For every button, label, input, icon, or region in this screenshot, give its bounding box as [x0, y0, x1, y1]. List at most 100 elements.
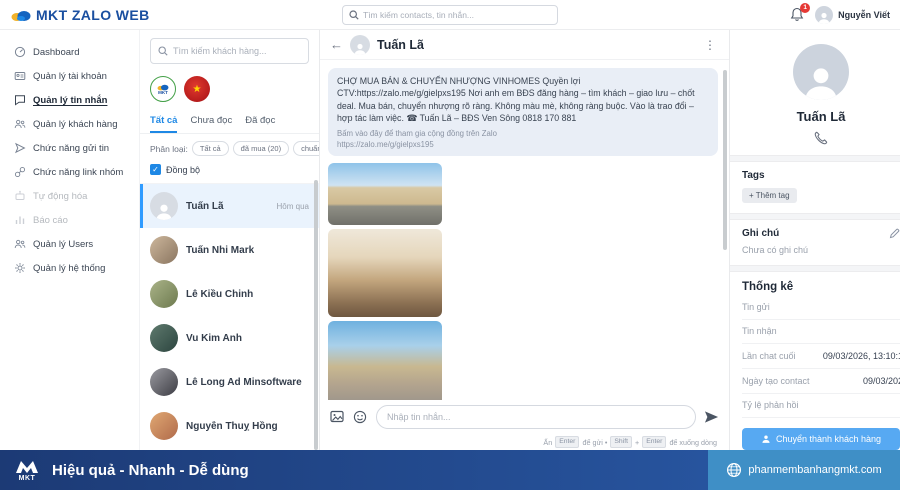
sidebar-item-label: Chức năng gửi tin	[33, 143, 109, 154]
user-avatar	[815, 6, 833, 24]
filter-chip-all[interactable]: Tất cả	[192, 141, 229, 156]
sidebar-item-customers[interactable]: Quản lý khách hàng	[0, 112, 139, 136]
chat-scrollbar[interactable]	[723, 70, 727, 250]
filter-chip-closing[interactable]: chuẩn bị chốt (2)	[293, 141, 319, 156]
stat-row: Lần chat cuối 09/03/2026, 13:10:16	[742, 344, 900, 369]
account-avatar-flag[interactable]: ★	[184, 76, 210, 102]
section-divider	[730, 213, 900, 220]
conversation-search-input[interactable]	[173, 46, 301, 56]
conversation-time: Hôm qua	[277, 202, 309, 211]
emoji-icon[interactable]	[353, 410, 368, 425]
conversation-item[interactable]: Lê Kiều Chinh	[140, 272, 319, 316]
notes-empty-text: Chưa có ghi chú	[742, 245, 900, 255]
conversation-search[interactable]	[150, 38, 309, 64]
sync-label: Đồng bộ	[166, 165, 200, 175]
conversation-item[interactable]: Tuấn Nhi Mark	[140, 228, 319, 272]
conversation-item[interactable]: Nguyễn Thuỵ Hồng	[140, 404, 319, 448]
tab-all[interactable]: Tất cả	[150, 115, 177, 133]
stat-row: Tin gửi 0	[742, 295, 900, 320]
sidebar-item-send-feature[interactable]: Chức năng gửi tin	[0, 136, 139, 160]
add-tag-button[interactable]: + Thêm tag	[742, 188, 797, 203]
filter-label: Phân loại:	[150, 144, 188, 154]
send-icon[interactable]	[704, 410, 719, 425]
sidebar-item-messages[interactable]: Quản lý tin nhắn	[0, 88, 139, 112]
cloud-logo-icon	[10, 8, 32, 22]
conversation-scrollbar[interactable]	[314, 180, 318, 450]
property-interior-photo[interactable]	[328, 229, 442, 317]
sidebar-item-reports[interactable]: Báo cáo	[0, 208, 139, 232]
sidebar-item-dashboard[interactable]: Dashboard	[0, 40, 139, 64]
conversation-avatar	[150, 236, 178, 264]
sidebar-item-system[interactable]: Quản lý hệ thống	[0, 256, 139, 280]
chat-menu-icon[interactable]: ⋮	[701, 38, 719, 52]
person-icon	[761, 434, 771, 444]
enter-key-badge: Enter	[555, 436, 579, 448]
edit-note-icon[interactable]	[889, 228, 900, 239]
chat-panel: ← Tuấn Lã ⋮ CHỢ MUA BÁN & CHUYỂN NHƯỢNG …	[320, 30, 730, 450]
tab-read[interactable]: Đã đọc	[245, 115, 275, 133]
footer-brand: MKT Hiệu quả - Nhanh - Dễ dùng	[0, 450, 708, 490]
notifications-button[interactable]: 1	[790, 7, 806, 23]
sidebar-item-label: Quản lý hệ thống	[33, 263, 105, 274]
message-link-url[interactable]: https://zalo.me/g/gielpxs195	[337, 140, 709, 149]
globe-icon	[726, 462, 742, 478]
global-search[interactable]	[342, 5, 558, 25]
stat-row: Tỷ lệ phản hồi 0	[742, 394, 900, 419]
phone-icon[interactable]	[814, 131, 828, 145]
message-text: CHỢ MUA BÁN & CHUYỂN NHƯỢNG VINHOMES Quy…	[337, 75, 709, 124]
notification-badge: 1	[800, 3, 810, 13]
global-search-input[interactable]	[363, 10, 551, 20]
property-exterior-photo[interactable]	[328, 163, 442, 225]
sidebar-item-group-links[interactable]: Chức năng link nhóm	[0, 160, 139, 184]
section-divider	[730, 265, 900, 272]
conversation-panel: MKT ★ Tất cả Chưa đọc Đã đọc Phân loại: …	[140, 30, 320, 450]
conversation-item[interactable]: Vu Kim Anh	[140, 316, 319, 360]
left-sidebar: Dashboard Quản lý tài khoản Quản lý tin …	[0, 30, 140, 450]
tags-title: Tags	[742, 170, 900, 181]
conversation-avatar	[150, 412, 178, 440]
conversation-list: Tuấn Lã Hôm qua Tuấn Nhi Mark Lê Kiều Ch…	[140, 183, 319, 450]
user-menu[interactable]: Nguyễn Viết	[815, 6, 890, 24]
account-icon	[14, 70, 26, 82]
hint-text: +	[635, 438, 639, 447]
app-logo[interactable]: MKT ZALO WEB	[10, 7, 230, 23]
conversation-item[interactable]: Tuấn Lã Hôm qua	[140, 184, 319, 228]
footer-website[interactable]: phanmembanhangmkt.com	[708, 450, 900, 490]
app-window: MKT ZALO WEB 1 Nguyễn Viết	[0, 0, 900, 490]
stat-row: Ngày tạo contact 09/03/2026	[742, 369, 900, 394]
account-switcher: MKT ★	[140, 70, 319, 110]
conversation-avatar	[150, 192, 178, 220]
tags-section: Tags + Thêm tag	[730, 162, 900, 213]
reports-icon	[14, 214, 26, 226]
chat-header: ← Tuấn Lã ⋮	[320, 30, 729, 60]
attach-image-icon[interactable]	[330, 410, 345, 425]
sync-checkbox[interactable]: ✓	[150, 164, 161, 175]
conversation-name: Tuấn Lã	[186, 201, 269, 212]
back-icon[interactable]: ←	[330, 37, 343, 52]
message-input[interactable]	[387, 412, 685, 422]
hint-text: để xuống dòng	[669, 438, 717, 447]
conversation-item[interactable]: Lê Long Ad Minsoftware	[140, 360, 319, 404]
sidebar-item-automation[interactable]: Tự động hóa	[0, 184, 139, 208]
filter-chip-purchased[interactable]: đã mua (20)	[233, 141, 289, 156]
header-actions: 1 Nguyễn Viết	[670, 6, 890, 24]
convert-to-customer-button[interactable]: Chuyển thành khách hàng	[742, 428, 900, 450]
conversation-avatar	[150, 280, 178, 308]
message-link-caption[interactable]: Bấm vào đây để tham gia cộng đồng trên Z…	[337, 129, 709, 138]
profile-summary: Tuấn Lã	[730, 30, 900, 155]
property-street-photo[interactable]	[328, 321, 442, 400]
conversation-name: Nguyễn Thuỵ Hồng	[186, 421, 309, 432]
conversation-item[interactable]	[140, 448, 319, 450]
automation-icon	[14, 190, 26, 202]
sidebar-item-label: Báo cáo	[33, 215, 68, 226]
notes-section: Ghi chú Chưa có ghi chú	[730, 220, 900, 265]
message-input-pill[interactable]	[376, 405, 696, 429]
sidebar-item-users[interactable]: Quản lý Users	[0, 232, 139, 256]
sidebar-item-accounts[interactable]: Quản lý tài khoản	[0, 64, 139, 88]
conversation-name: Lê Kiều Chinh	[186, 289, 309, 300]
tab-unread[interactable]: Chưa đọc	[190, 115, 232, 133]
footer-website-text: phanmembanhangmkt.com	[748, 464, 881, 476]
chat-inputbar	[320, 400, 729, 434]
sidebar-item-label: Chức năng link nhóm	[33, 167, 123, 178]
account-avatar-mkt[interactable]: MKT	[150, 76, 176, 102]
